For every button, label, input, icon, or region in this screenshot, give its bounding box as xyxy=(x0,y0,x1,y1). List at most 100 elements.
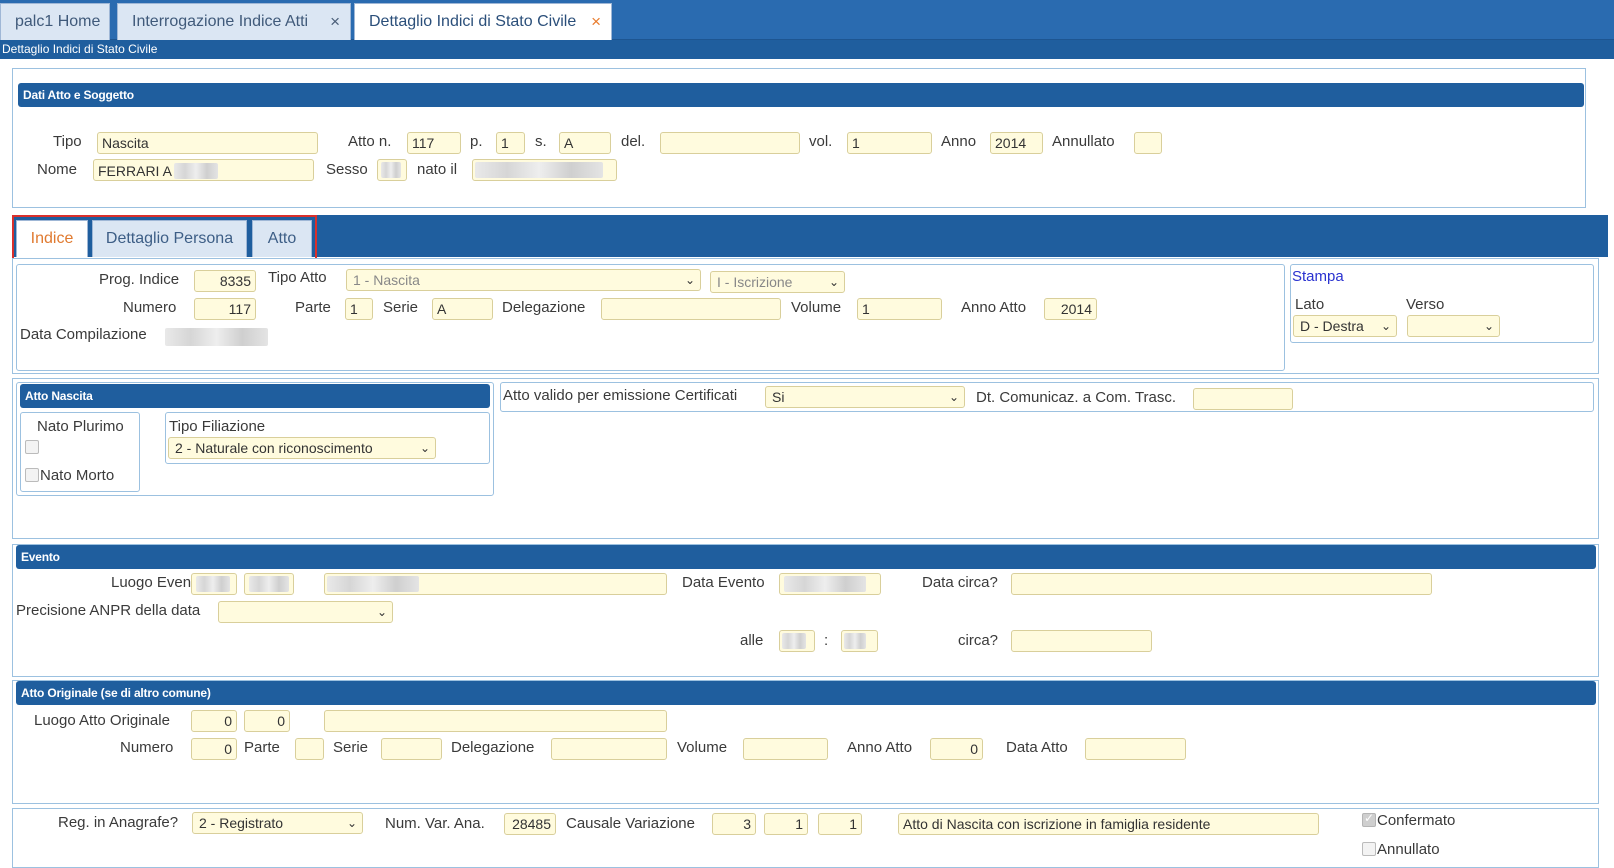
annullato-check-label: Annullato xyxy=(1377,841,1440,858)
dt-comunicaz-field[interactable] xyxy=(1193,388,1293,410)
luogo-evento-code2[interactable] xyxy=(244,573,294,595)
tab-interrogazione[interactable]: Interrogazione Indice Atti × xyxy=(117,3,351,40)
volume-field[interactable]: 1 xyxy=(857,298,942,320)
sesso-field[interactable] xyxy=(377,159,407,181)
redacted-text xyxy=(844,633,866,649)
anno-atto-label: Anno Atto xyxy=(961,299,1027,316)
highlight-box xyxy=(12,215,317,260)
delegazione-field[interactable] xyxy=(601,298,781,320)
reg-anagrafe-select[interactable]: 2 - Registrato ⌄ xyxy=(192,812,363,834)
num-var-field[interactable]: 28485 xyxy=(504,813,556,835)
numero-originale-field[interactable]: 0 xyxy=(191,738,237,760)
parte-originale-label: Parte xyxy=(244,739,280,756)
lato-select[interactable]: D - Destra ⌄ xyxy=(1293,315,1397,337)
tab-home[interactable]: palc1 Home xyxy=(0,3,110,40)
data-atto-originale-label: Data Atto xyxy=(1006,739,1068,756)
nato-plurimo-checkbox[interactable] xyxy=(25,440,39,454)
annullato-checkbox[interactable] xyxy=(1362,842,1376,856)
circa-field[interactable] xyxy=(1011,630,1152,652)
serie-originale-field[interactable] xyxy=(381,738,442,760)
close-icon[interactable]: × xyxy=(591,4,601,40)
minuti-field[interactable] xyxy=(841,630,878,652)
anno-atto-field[interactable]: 2014 xyxy=(1044,298,1097,320)
data-circa-field[interactable] xyxy=(1011,573,1432,595)
del-field[interactable] xyxy=(660,132,800,154)
luogo-evento-desc[interactable] xyxy=(324,573,667,595)
luogo-originale-code2[interactable]: 0 xyxy=(244,710,290,732)
chevron-down-icon: ⌄ xyxy=(948,390,959,404)
precisione-select[interactable]: ⌄ xyxy=(218,601,393,623)
valido-select[interactable]: Si ⌄ xyxy=(765,386,965,408)
tipo-filiazione-select[interactable]: 2 - Naturale con riconoscimento ⌄ xyxy=(168,437,436,459)
data-compilazione-redacted xyxy=(165,328,268,346)
lato-label: Lato xyxy=(1295,296,1325,313)
lato-value: D - Destra xyxy=(1300,318,1364,334)
vol-label: vol. xyxy=(809,133,833,150)
volume-originale-label: Volume xyxy=(677,739,728,756)
vol-field[interactable]: 1 xyxy=(847,132,932,154)
data-evento-label: Data Evento xyxy=(682,574,765,591)
numero-originale-label: Numero xyxy=(120,739,174,756)
stampa-title: Stampa xyxy=(1292,268,1344,285)
delegazione-originale-field[interactable] xyxy=(551,738,667,760)
verso-select[interactable]: ⌄ xyxy=(1407,315,1500,337)
tipo-atto-select[interactable]: 1 - Nascita ⌄ xyxy=(346,269,701,291)
chevron-down-icon: ⌄ xyxy=(376,605,387,619)
atto-n-field[interactable]: 117 xyxy=(407,132,461,154)
luogo-originale-code1[interactable]: 0 xyxy=(191,710,237,732)
p-label: p. xyxy=(470,133,483,150)
chevron-down-icon: ⌄ xyxy=(684,273,695,287)
nome-field[interactable]: FERRARI A xyxy=(93,159,314,181)
prog-indice-label: Prog. Indice xyxy=(99,271,180,288)
circa-label: circa? xyxy=(958,632,999,649)
reg-anagrafe-value: 2 - Registrato xyxy=(199,815,284,831)
s-field[interactable]: A xyxy=(559,132,611,154)
prog-indice-field[interactable]: 8335 xyxy=(194,270,256,292)
luogo-evento-code1[interactable] xyxy=(191,573,237,595)
parte-field[interactable]: 1 xyxy=(345,298,373,320)
delegazione-originale-label: Delegazione xyxy=(451,739,535,756)
redacted-text xyxy=(249,576,289,592)
data-evento-field[interactable] xyxy=(779,573,881,595)
num-var-label: Num. Var. Ana. xyxy=(385,815,485,832)
causale-code1[interactable]: 3 xyxy=(712,813,756,835)
sesso-label: Sesso xyxy=(326,161,368,178)
redacted-text xyxy=(784,576,866,592)
causale-code2[interactable]: 1 xyxy=(764,813,808,835)
nato-il-field[interactable] xyxy=(472,159,617,181)
data-circa-label: Data circa? xyxy=(922,574,998,591)
volume-label: Volume xyxy=(791,299,842,316)
p-field[interactable]: 1 xyxy=(496,132,525,154)
anno-field[interactable]: 2014 xyxy=(990,132,1043,154)
annullato-field[interactable] xyxy=(1134,132,1162,154)
nato-morto-checkbox[interactable] xyxy=(25,468,39,482)
reg-anagrafe-label: Reg. in Anagrafe? xyxy=(58,814,179,831)
parte-originale-field[interactable] xyxy=(295,738,324,760)
anno-originale-label: Anno Atto xyxy=(847,739,913,756)
numero-field[interactable]: 117 xyxy=(194,298,256,320)
iscrizione-value: I - Iscrizione xyxy=(717,274,793,290)
del-label: del. xyxy=(621,133,646,150)
data-atto-originale-field[interactable] xyxy=(1085,738,1186,760)
redacted-text xyxy=(475,162,603,178)
tab-dettaglio[interactable]: Dettaglio Indici di Stato Civile × xyxy=(354,3,612,40)
luogo-originale-desc[interactable] xyxy=(324,710,667,732)
anno-originale-field[interactable]: 0 xyxy=(930,738,983,760)
tipo-filiazione-value: 2 - Naturale con riconoscimento xyxy=(175,440,373,456)
ora-field[interactable] xyxy=(779,630,815,652)
time-separator: : xyxy=(824,632,829,649)
causale-label: Causale Variazione xyxy=(566,815,695,832)
tipo-label: Tipo xyxy=(53,133,82,150)
confermato-label: Confermato xyxy=(1377,812,1456,829)
s-label: s. xyxy=(535,133,547,150)
causale-code3[interactable]: 1 xyxy=(818,813,862,835)
confermato-checkbox[interactable] xyxy=(1362,811,1376,827)
tab-label: Interrogazione Indice Atti xyxy=(132,13,309,30)
chevron-down-icon: ⌄ xyxy=(828,275,839,289)
volume-originale-field[interactable] xyxy=(743,738,828,760)
causale-desc-field[interactable]: Atto di Nascita con iscrizione in famigl… xyxy=(898,813,1319,835)
tipo-field[interactable]: Nascita xyxy=(97,132,318,154)
serie-field[interactable]: A xyxy=(432,298,493,320)
iscrizione-select[interactable]: I - Iscrizione ⌄ xyxy=(710,271,845,293)
close-icon[interactable]: × xyxy=(330,4,340,40)
